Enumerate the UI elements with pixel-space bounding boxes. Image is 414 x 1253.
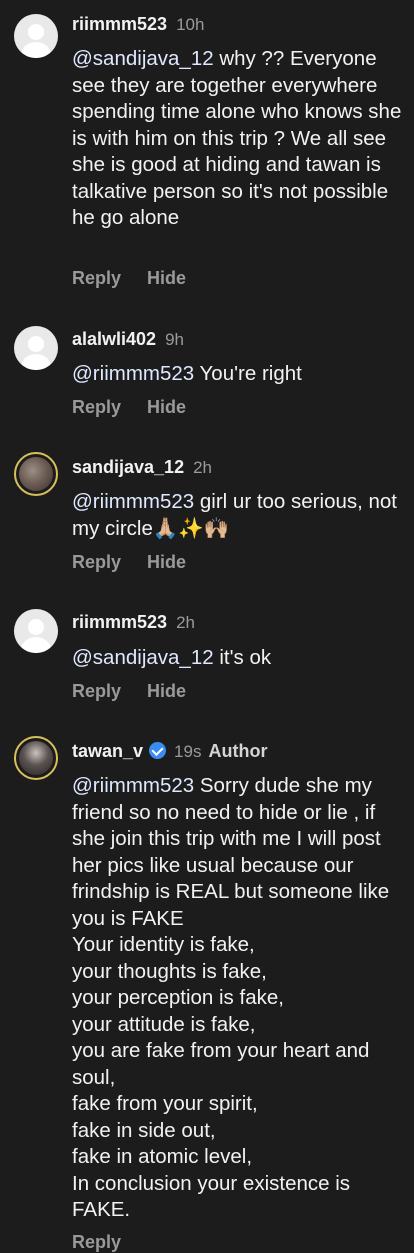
comment-time: 10h (176, 15, 205, 34)
mention-link[interactable]: @riimmm523 (72, 362, 194, 385)
avatar-photo (19, 457, 53, 491)
avatar[interactable] (14, 609, 58, 653)
avatar-photo (19, 741, 53, 775)
mention-link[interactable]: @riimmm523 (72, 490, 194, 513)
comment-text: @riimmm523 Sorry dude she my friend so n… (72, 774, 390, 1221)
comment-text: @riimmm523 girl ur too serious, not my c… (72, 490, 398, 540)
comment-time: 19s (174, 742, 202, 761)
mention-link[interactable]: @sandijava_12 (72, 646, 214, 669)
comment-text: @sandijava_12 it's ok (72, 646, 272, 669)
comment-text: @sandijava_12 why ?? Everyone see they a… (72, 47, 402, 229)
comment-username[interactable]: riimmm523 (72, 612, 167, 633)
reply-button[interactable]: Reply (72, 552, 121, 573)
comment-time: 2h (193, 458, 212, 477)
comment-username[interactable]: sandijava_12 (72, 457, 184, 478)
hide-button[interactable]: Hide (147, 397, 186, 418)
comment-username[interactable]: tawan_v (72, 741, 143, 762)
hide-button[interactable]: Hide (147, 552, 186, 573)
comment-time: 9h (165, 330, 184, 349)
comment-username[interactable]: riimmm523 (72, 14, 167, 35)
author-label: Author (208, 741, 268, 761)
hide-button[interactable]: Hide (147, 268, 186, 289)
reply-button[interactable]: Reply (72, 681, 121, 702)
avatar[interactable] (14, 326, 58, 370)
reply-button[interactable]: Reply (72, 397, 121, 418)
reply-button[interactable]: Reply (72, 268, 121, 289)
avatar[interactable] (14, 14, 58, 58)
reply-button[interactable]: Reply (72, 1232, 121, 1253)
avatar[interactable] (14, 736, 58, 780)
hide-button[interactable]: Hide (147, 681, 186, 702)
avatar[interactable] (14, 452, 58, 496)
comment-text: @riimmm523 You're right (72, 362, 302, 385)
verified-badge-icon (149, 742, 167, 759)
comment-time: 2h (176, 613, 195, 632)
mention-link[interactable]: @sandijava_12 (72, 47, 214, 70)
mention-link[interactable]: @riimmm523 (72, 774, 194, 797)
comment-username[interactable]: alalwli402 (72, 329, 156, 350)
